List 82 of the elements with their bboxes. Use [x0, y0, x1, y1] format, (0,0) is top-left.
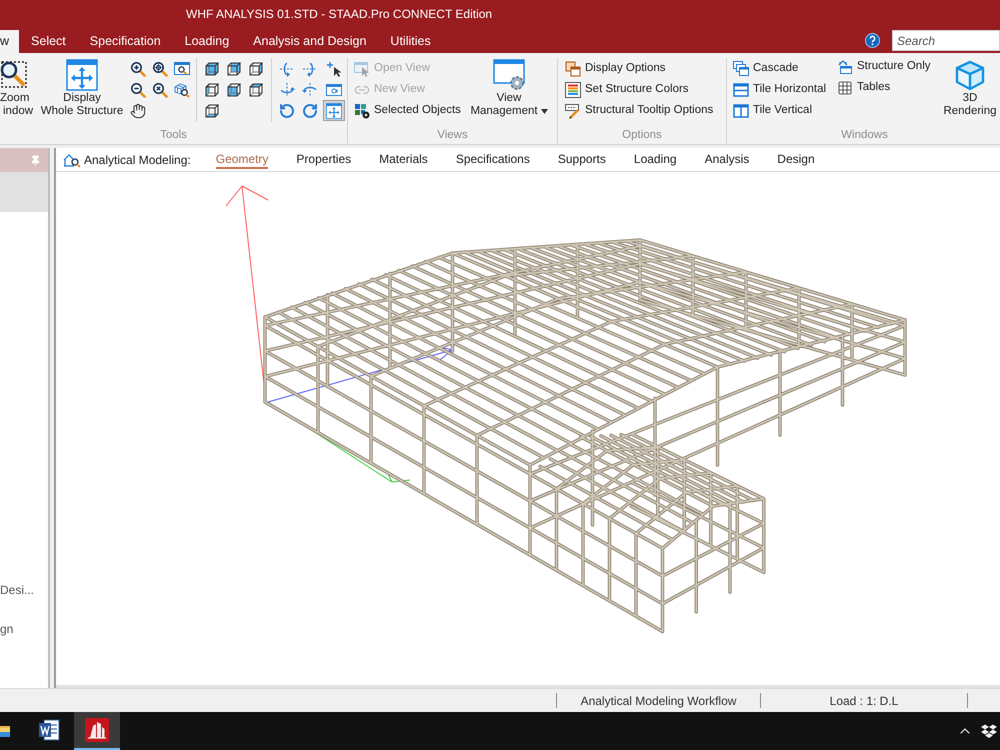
cube-icon[interactable]: [204, 102, 220, 118]
document-icon: [38, 719, 60, 741]
group-label: Options: [622, 130, 662, 142]
plus-cursor-icon: [326, 60, 342, 76]
status-text: Load : 1: D.L: [830, 692, 898, 710]
building-icon: [85, 718, 109, 742]
overlapping-squares-icon: [565, 60, 581, 76]
rendering-button[interactable]: 3D Rendering: [941, 58, 999, 128]
magnifier-x-icon[interactable]: [152, 82, 168, 98]
help-icon[interactable]: [865, 33, 880, 48]
menu-tab[interactable]: Loading: [172, 30, 242, 53]
structure-magnifier-icon: [63, 152, 81, 168]
workflow-tab[interactable]: Loading: [620, 148, 691, 171]
rotate-right-icon: [302, 102, 318, 118]
menu-tab[interactable]: Select: [19, 30, 78, 53]
menu-tab[interactable]: Analysis and Design: [241, 30, 378, 53]
boxes-icon[interactable]: [981, 723, 997, 739]
rotation-arrow-icon: [278, 82, 295, 98]
color-stripes-icon: [565, 82, 581, 98]
tiles-gear-icon: [354, 102, 370, 118]
horizontal-split-icon: [733, 82, 749, 98]
window-magnifier-icon[interactable]: [174, 60, 190, 76]
view-button[interactable]: Selected Objects: [352, 100, 464, 121]
cascade-windows-icon: [733, 60, 749, 76]
tag-pencil-icon: [565, 102, 581, 118]
workflow-tab[interactable]: Design: [763, 148, 829, 171]
zoom-window-button[interactable]: Zoom indow: [0, 58, 38, 128]
workflow-tab[interactable]: Properties: [282, 148, 366, 171]
window-icon: [326, 82, 342, 98]
window-frame-icon: [837, 58, 853, 74]
grid-magnifier-icon[interactable]: [174, 82, 190, 98]
move-window-icon: [326, 102, 342, 118]
window-layout-button[interactable]: Cascade: [731, 58, 835, 79]
option-button[interactable]: Set Structure Colors: [563, 79, 716, 100]
rotate-left-icon: [278, 102, 295, 118]
magnifier-icon[interactable]: [152, 60, 168, 76]
hand-icon[interactable]: [130, 102, 146, 118]
menu-tab[interactable]: Utilities: [378, 30, 443, 53]
cube-icon[interactable]: [226, 60, 242, 76]
group-label: Windows: [841, 130, 888, 142]
cube-icon[interactable]: [204, 60, 220, 76]
cube-icon: [954, 59, 986, 91]
group-label: Tools: [160, 130, 187, 142]
view-management-button[interactable]: View Management: [464, 58, 554, 128]
group-label: Views: [437, 130, 468, 142]
display-structure-button[interactable]: Display Whole Structure: [38, 58, 126, 128]
rotation-arrow-icon: [278, 60, 295, 76]
cube-icon[interactable]: [248, 60, 264, 76]
menu-tab[interactable]: Specification: [78, 30, 173, 53]
workflow-tab[interactable]: Materials: [365, 148, 442, 171]
option-button[interactable]: Display Options: [563, 58, 716, 79]
workflow-tab[interactable]: Geometry: [202, 148, 282, 171]
magnifier-icon: [0, 59, 28, 91]
taskbar-button[interactable]: [74, 712, 120, 750]
workflow-tab[interactable]: Supports: [544, 148, 620, 171]
window-layout-button[interactable]: Tile Horizontal: [731, 79, 835, 100]
window-layout-button[interactable]: Structure Only: [835, 56, 941, 77]
workflow-title: Analytical Modeling:: [84, 152, 191, 168]
window-title: WHF ANALYSIS 01.STD - STAAD.Pro CONNECT Edition: [186, 6, 492, 23]
cube-icon[interactable]: [248, 82, 264, 98]
window-layout-button[interactable]: Tile Vertical: [731, 100, 835, 121]
move-window-icon: [66, 59, 98, 91]
caret-icon: [540, 109, 548, 114]
status-text: Analytical Modeling Workflow: [580, 692, 736, 710]
tree-item[interactable]: gn: [0, 621, 48, 637]
workflow-tab[interactable]: Specifications: [442, 148, 544, 171]
zoom-in-icon[interactable]: [130, 60, 146, 76]
grid-icon: [837, 80, 853, 96]
workflow-tab[interactable]: Analysis: [690, 148, 764, 171]
zoom-out-icon[interactable]: [130, 82, 146, 98]
window-layout-button[interactable]: Tables: [835, 77, 941, 98]
window-gear-icon: [493, 59, 525, 91]
rotation-arrow-icon: [302, 60, 318, 76]
option-button[interactable]: Structural Tooltip Options: [563, 100, 716, 121]
menu-tab[interactable]: w: [0, 30, 20, 53]
search-field[interactable]: Search: [892, 30, 1000, 51]
cube-icon[interactable]: [226, 82, 242, 98]
tree-item[interactable]: Desi...: [0, 582, 48, 598]
vertical-split-icon: [733, 102, 749, 118]
cube-icon[interactable]: [204, 82, 220, 98]
rotation-arrow-icon: [302, 82, 318, 98]
window-cursor-icon: [354, 60, 370, 76]
